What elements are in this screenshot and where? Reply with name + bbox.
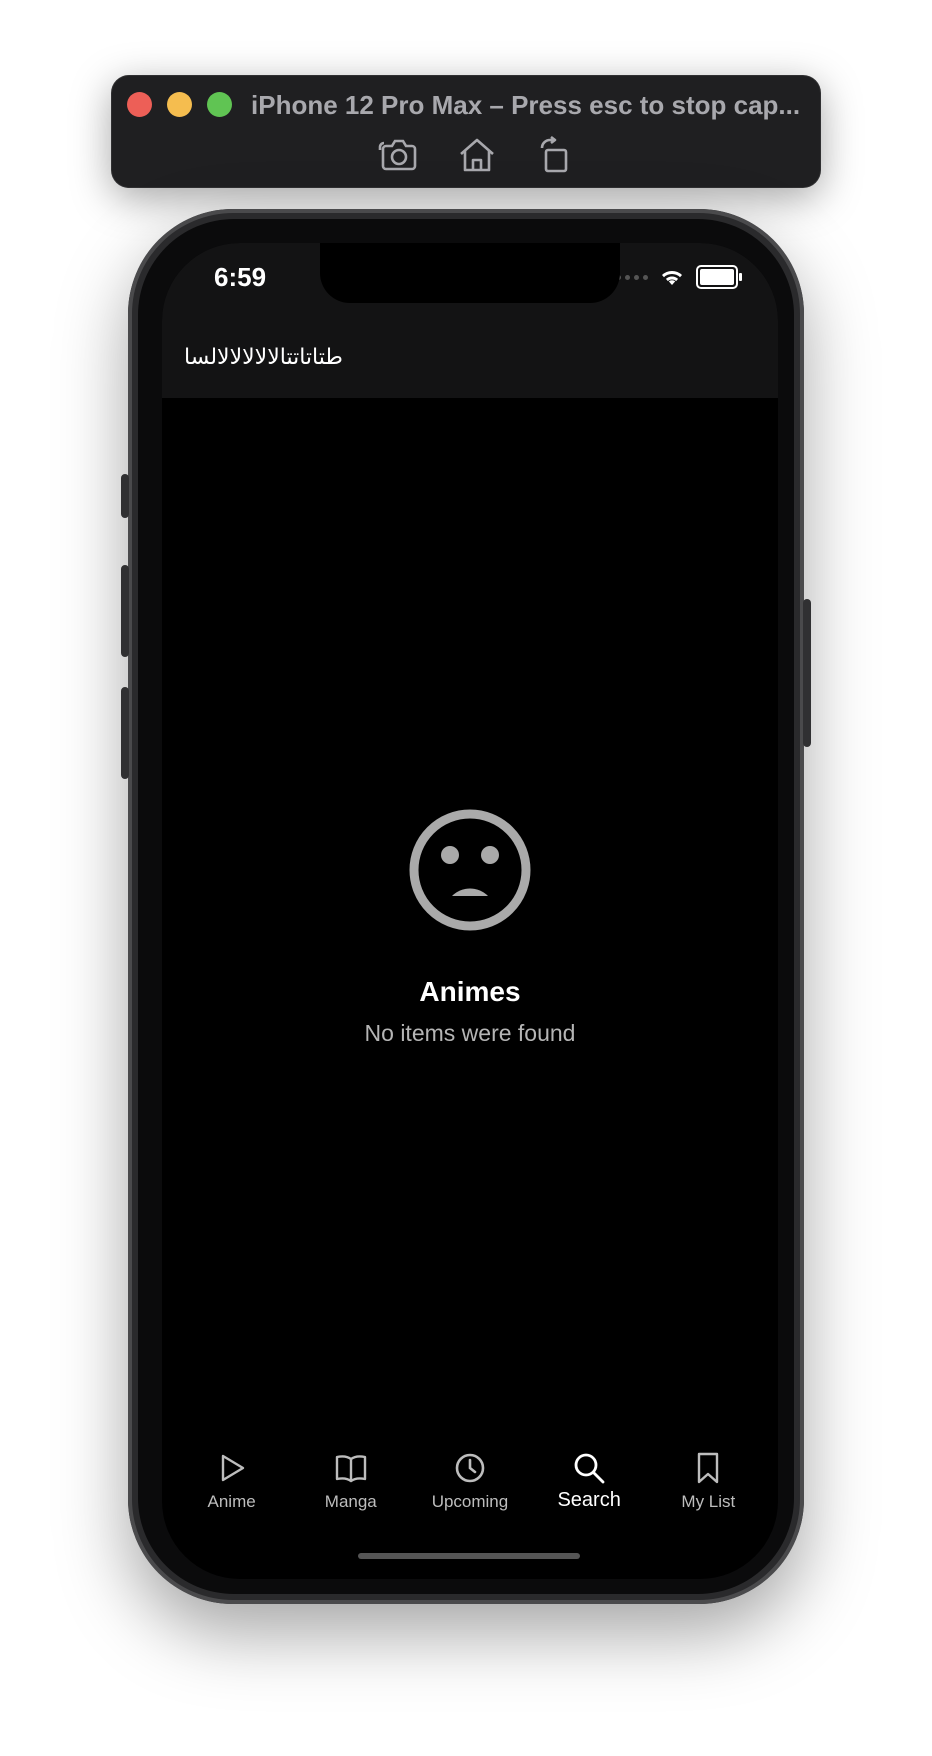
iphone-device-frame: طتاتاتتالالالالالالسا 6:59 Animes No ite… [121, 209, 811, 1604]
simulator-title: iPhone 12 Pro Max – Press esc to stop ca… [251, 90, 801, 120]
volume-down-button [121, 687, 129, 779]
tab-label: Upcoming [431, 1492, 509, 1511]
tab-label: Anime [207, 1492, 256, 1511]
simulator-toolbar: iPhone 12 Pro Max – Press esc to stop ca… [111, 75, 821, 188]
device-screen: طتاتاتتالالالالالالسا 6:59 Animes No ite… [162, 243, 778, 1579]
home-icon[interactable] [453, 131, 501, 179]
minimize-window-button[interactable] [167, 92, 192, 117]
empty-state: Animes No items were found [162, 808, 778, 1048]
screenshot-icon[interactable] [375, 131, 423, 179]
clock-icon [455, 1453, 485, 1483]
empty-state-title: Animes [419, 976, 521, 1007]
wifi-icon [662, 271, 682, 285]
zoom-window-button[interactable] [207, 92, 232, 117]
search-icon [574, 1453, 605, 1484]
tab-anime[interactable]: Anime [176, 1451, 288, 1551]
device-bezel: طتاتاتتالالالالالالسا 6:59 Animes No ite… [138, 219, 794, 1594]
tab-bar: Anime Manga Upcoming Search My List [162, 1451, 778, 1551]
tab-label: Manga [324, 1492, 377, 1511]
device-notch [320, 243, 620, 303]
volume-up-button [121, 565, 129, 657]
bookmark-icon [698, 1452, 719, 1484]
search-query-text[interactable]: طتاتاتتالالالالالالسا [184, 343, 343, 373]
battery-icon [696, 265, 742, 289]
power-button [803, 599, 811, 747]
tab-label: My List [681, 1492, 736, 1511]
status-indicators [616, 265, 742, 289]
mute-switch [121, 474, 129, 518]
sad-face-icon [409, 809, 531, 931]
rotate-icon[interactable] [531, 131, 579, 179]
tab-search[interactable]: Search [533, 1451, 645, 1551]
close-window-button[interactable] [127, 92, 152, 117]
empty-state-subtitle: No items were found [364, 1020, 576, 1046]
cellular-signal-icon [616, 274, 648, 280]
tab-label: Search [557, 1489, 621, 1511]
book-icon [335, 1455, 366, 1483]
tab-upcoming[interactable]: Upcoming [414, 1451, 526, 1551]
tab-manga[interactable]: Manga [295, 1451, 407, 1551]
play-icon [221, 1454, 244, 1482]
status-time: 6:59 [214, 262, 267, 292]
tab-my-list[interactable]: My List [652, 1451, 764, 1551]
home-indicator[interactable] [358, 1553, 580, 1559]
